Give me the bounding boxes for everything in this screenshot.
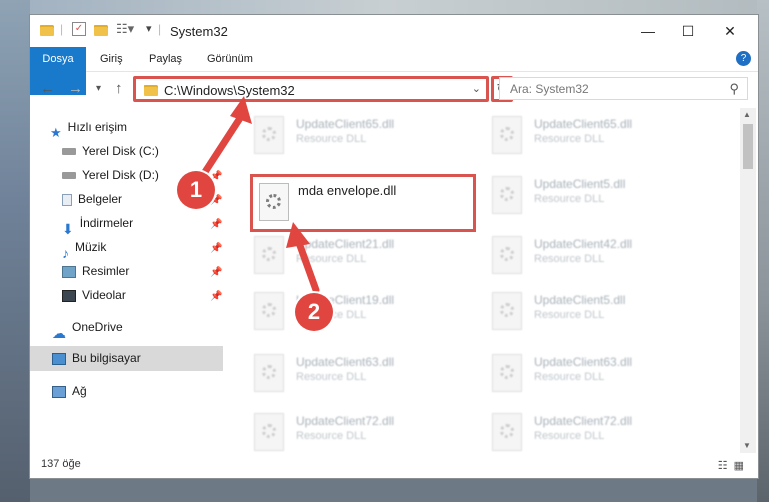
annotation-arrows	[201, 96, 320, 294]
step2-arrow	[294, 236, 320, 294]
step1-arrow	[201, 108, 248, 176]
step-1-badge: 1	[177, 171, 215, 209]
step1-arrowhead	[230, 96, 252, 124]
step2-arrowhead	[286, 222, 310, 248]
step-2-badge: 2	[295, 293, 333, 331]
